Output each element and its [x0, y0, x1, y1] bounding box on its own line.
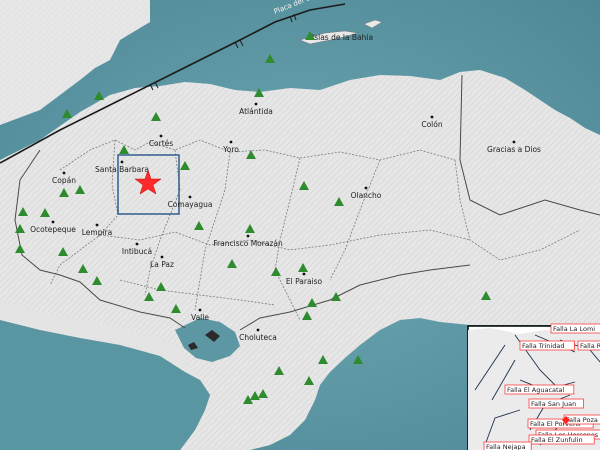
city-dot: [256, 328, 260, 332]
city-label: Comayagua: [168, 200, 213, 209]
city-label: Valle: [191, 313, 209, 322]
fault-label: Falla R: [580, 342, 600, 350]
city-dot: [160, 255, 164, 259]
city-label: Colón: [421, 120, 442, 129]
city-label: Copán: [52, 176, 76, 185]
city-dot: [198, 308, 202, 312]
city-label: La Paz: [150, 260, 174, 269]
city-dot: [229, 140, 233, 144]
city-dot: [135, 242, 139, 246]
city-label: Atlántida: [239, 107, 273, 116]
city-label: Yoro: [222, 145, 239, 154]
city-label: Cortés: [149, 139, 173, 148]
fault-label: Falla El Aguacatal: [507, 386, 565, 394]
city-dot: [364, 186, 368, 190]
city-label: Francisco Morazán: [213, 239, 283, 248]
city-dot: [120, 160, 124, 164]
city-label: Gracias a Dios: [487, 145, 541, 154]
city-label: Lempira: [82, 228, 113, 237]
fault-label: Falla Poza Azul: [566, 416, 600, 424]
city-dot: [512, 140, 516, 144]
fault-label: Falla La Lomi: [553, 325, 595, 333]
city-label: Olancho: [351, 191, 382, 200]
honduras-map: Placa del Caribe (CA) Islas de la BahiaA…: [0, 0, 600, 450]
fault-label: Falla Trinidad: [522, 342, 564, 350]
city-dot: [188, 195, 192, 199]
fault-label: Falla San Juan: [531, 400, 576, 408]
city-label: Islas de la Bahia: [312, 33, 373, 42]
city-dot: [430, 115, 434, 119]
city-label: Intibucá: [122, 247, 152, 256]
city-dot: [302, 272, 306, 276]
city-label: Ocotepeque: [30, 225, 76, 234]
city-label: Choluteca: [239, 333, 277, 342]
city-label: El Paraiso: [286, 277, 323, 286]
fault-label: Falla Nejapa: [486, 443, 526, 450]
city-dot: [95, 223, 99, 227]
city-dot: [246, 234, 250, 238]
city-label: Santa Barbara: [95, 165, 149, 174]
city-dot: [62, 171, 66, 175]
city-dot: [159, 134, 163, 138]
city-dot: [51, 220, 55, 224]
city-dot: [254, 102, 258, 106]
fault-label: Falla El Zunfulin: [531, 436, 583, 444]
fault-inset-map: Falla La Lomi Falla Trinidad Falla R Falla …: [467, 323, 600, 450]
